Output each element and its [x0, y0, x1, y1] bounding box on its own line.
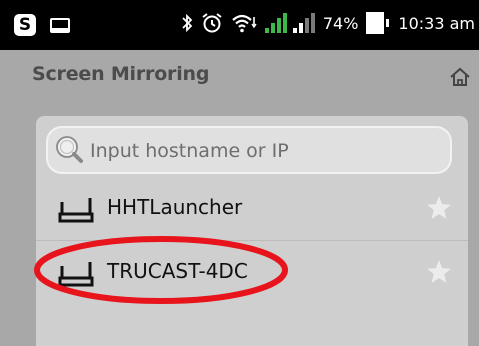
battery-percent: 74%: [322, 13, 359, 33]
alarm-icon: [202, 13, 222, 33]
star-icon[interactable]: [426, 259, 452, 285]
search-icon: [56, 136, 83, 163]
home-icon[interactable]: [449, 66, 471, 88]
signal-icon: [264, 13, 315, 33]
device-row[interactable]: HHTLauncher: [36, 178, 468, 238]
router-icon: [58, 198, 94, 223]
list-divider: [36, 240, 468, 241]
clock: 10:33 am: [398, 13, 475, 33]
device-row[interactable]: TRUCAST-4DC: [36, 242, 468, 302]
app-header: Screen Mirroring: [0, 50, 479, 102]
star-icon[interactable]: [426, 195, 452, 221]
wifi-icon: [232, 14, 257, 33]
s-app-icon: S: [14, 14, 36, 36]
search-box[interactable]: [46, 126, 452, 174]
router-icon: [58, 262, 94, 287]
bluetooth-icon: [182, 13, 193, 33]
status-bar-left: S: [14, 14, 70, 36]
page-title: Screen Mirroring: [32, 63, 210, 85]
battery-icon: [366, 12, 390, 34]
device-name: HHTLauncher: [107, 195, 243, 219]
message-icon: [50, 17, 70, 33]
device-panel: HHTLauncher TRUCAST-4DC: [36, 116, 468, 346]
status-bar: S 74% 10:33 am: [0, 0, 479, 50]
device-name: TRUCAST-4DC: [107, 259, 248, 283]
search-input[interactable]: [88, 132, 442, 170]
status-bar-right: 74% 10:33 am: [181, 12, 475, 34]
